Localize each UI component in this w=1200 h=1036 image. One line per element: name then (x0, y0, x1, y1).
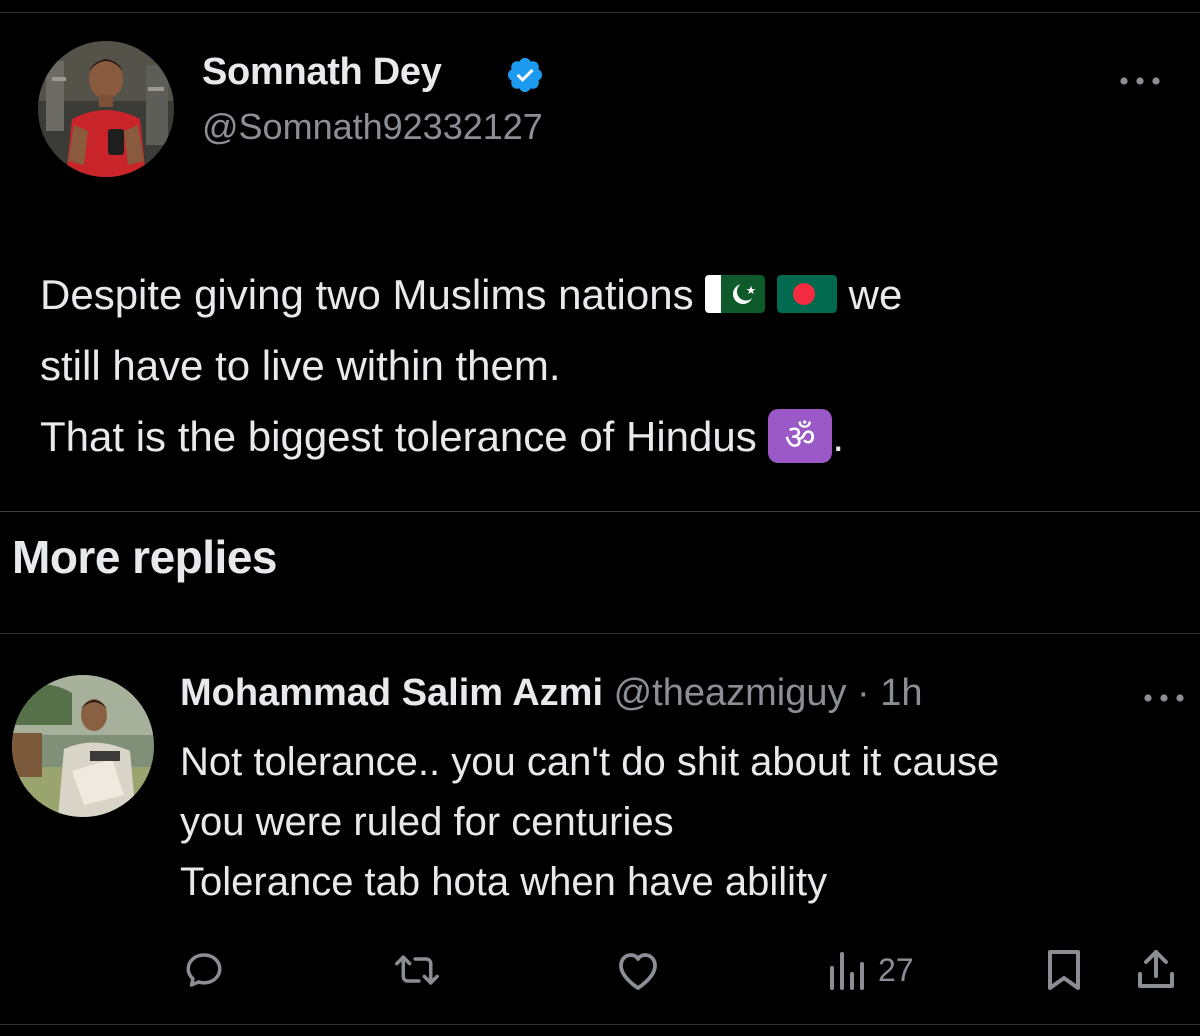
reply-line: Not tolerance.. you can't do shit about … (180, 740, 1000, 784)
verified-badge-icon (507, 57, 543, 93)
tweet-line-3: That is the biggest tolerance of Hindus … (40, 401, 1160, 472)
share-button[interactable] (1136, 948, 1176, 992)
reply-header: Mohammad Salim Azmi @theazmiguy · 1h (180, 672, 923, 715)
views-icon (830, 952, 864, 990)
tweet-line-1: Despite giving two Muslims nations we (40, 271, 903, 318)
like-icon (619, 953, 657, 990)
author-avatar[interactable] (38, 41, 174, 177)
tweet-text: Despite giving two Muslims nations we st… (40, 259, 1160, 472)
reply-more-options-icon[interactable] (1140, 688, 1188, 708)
like-button[interactable] (614, 948, 662, 992)
author-name[interactable]: Somnath Dey (202, 51, 442, 94)
tweet-line-2: still have to live within them. (40, 342, 561, 389)
bookmark-button[interactable] (1046, 948, 1082, 992)
section-title: More replies (12, 531, 278, 583)
bookmark-icon (1048, 950, 1080, 990)
reply-author-name[interactable]: Mohammad Salim Azmi (180, 672, 603, 714)
reply-avatar[interactable] (12, 675, 154, 817)
reply-button[interactable] (182, 948, 226, 992)
reply-icon (186, 953, 222, 987)
retweet-icon (395, 955, 439, 985)
share-icon (1138, 950, 1174, 988)
reply-timestamp[interactable]: 1h (880, 672, 922, 714)
reply-separator: · (857, 672, 870, 714)
bangladesh-flag-icon (776, 275, 837, 313)
views-button[interactable]: 27 (826, 948, 914, 992)
svg-text:ॐ: ॐ (785, 418, 816, 458)
views-count: 27 (878, 951, 914, 988)
reply-line: you were ruled for centuries (180, 800, 674, 844)
retweet-button[interactable] (392, 948, 442, 992)
divider (0, 633, 1200, 634)
more-options-icon[interactable] (1116, 71, 1164, 91)
author-handle[interactable]: @Somnath92332127 (202, 106, 543, 148)
divider (0, 1024, 1200, 1025)
pakistan-flag-icon (705, 275, 766, 313)
reply-line: Tolerance tab hota when have ability (180, 860, 828, 904)
om-symbol-icon: ॐ (768, 409, 833, 463)
reply-author-handle[interactable]: @theazmiguy (614, 672, 847, 714)
main-tweet[interactable]: Somnath Dey @Somnath92332127 Despite giv… (0, 12, 1200, 512)
reply-text: Not tolerance.. you can't do shit about … (180, 732, 1190, 912)
